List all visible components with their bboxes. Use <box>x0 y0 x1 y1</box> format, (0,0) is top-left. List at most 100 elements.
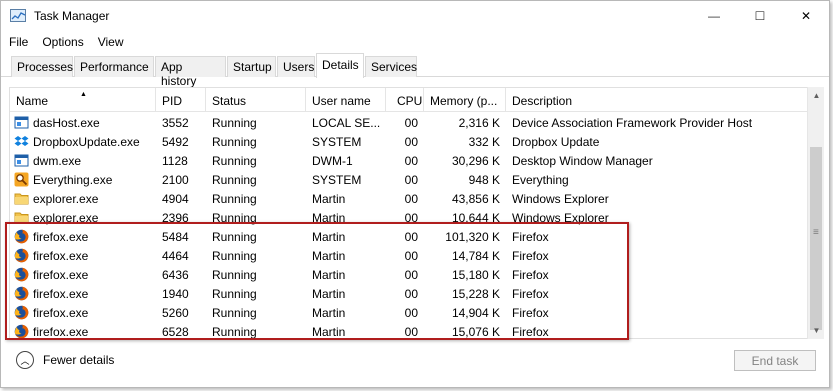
memory-cell: 332 K <box>468 135 500 149</box>
tab-performance[interactable]: Performance <box>74 56 154 77</box>
table-row[interactable]: firefox.exe 1940 Running Martin 00 15,228 K Fi… <box>10 284 815 303</box>
user-name-cell: SYSTEM <box>312 173 362 187</box>
table-row[interactable]: firefox.exe 6528 Running Martin 00 15,076 K Fi… <box>10 322 815 339</box>
table-row[interactable]: firefox.exe 5260 Running Martin 00 14,904 K Fi… <box>10 303 815 322</box>
pid-cell: 2100 <box>162 173 189 187</box>
title-bar[interactable]: Task Manager — ☐ ✕ <box>1 1 829 31</box>
memory-cell: 10,644 K <box>451 211 500 225</box>
process-name-cell: dasHost.exe <box>33 116 100 130</box>
table-header: Name ▲ PID Status User name CPU Memory (… <box>10 88 815 112</box>
cpu-cell: 00 <box>404 211 418 225</box>
user-name-cell: Martin <box>312 230 346 244</box>
description-cell: Firefox <box>512 249 549 263</box>
menu-view[interactable]: View <box>98 35 124 49</box>
column-header-name[interactable]: Name ▲ <box>10 88 156 112</box>
maximize-button[interactable]: ☐ <box>737 1 783 31</box>
memory-cell: 43,856 K <box>451 192 500 206</box>
cpu-cell: 00 <box>404 287 418 301</box>
pid-cell: 5484 <box>162 230 189 244</box>
tab-services[interactable]: Services <box>365 56 417 77</box>
cpu-cell: 00 <box>404 306 418 320</box>
task-manager-icon <box>10 9 26 22</box>
process-name-cell: explorer.exe <box>33 211 99 225</box>
status-cell: Running <box>212 325 257 339</box>
description-cell: Windows Explorer <box>512 211 609 225</box>
column-header-pid[interactable]: PID <box>156 88 206 112</box>
memory-cell: 948 K <box>468 173 500 187</box>
pid-cell: 4904 <box>162 192 189 206</box>
table-row[interactable]: explorer.exe 2396 Running Martin 00 10,644 K W… <box>10 208 815 227</box>
column-header-status[interactable]: Status <box>206 88 306 112</box>
table-row[interactable]: Everything.exe 2100 Running SYSTEM 00 948 K Ev… <box>10 170 815 189</box>
pid-cell: 3552 <box>162 116 189 130</box>
scrollbar-thumb[interactable]: ≡ <box>810 147 822 330</box>
cpu-cell: 00 <box>404 116 418 130</box>
process-name-cell: firefox.exe <box>33 249 89 263</box>
cpu-cell: 00 <box>404 268 418 282</box>
tab-details[interactable]: Details <box>316 53 364 78</box>
end-task-button[interactable]: End task <box>734 350 816 371</box>
table-row[interactable]: dasHost.exe 3552 Running LOCAL SE... 00 2,316… <box>10 113 815 132</box>
status-cell: Running <box>212 154 257 168</box>
status-cell: Running <box>212 249 257 263</box>
process-table: Name ▲ PID Status User name CPU Memory (… <box>9 87 815 339</box>
status-cell: Running <box>212 268 257 282</box>
tab-app-history[interactable]: App history <box>155 56 226 88</box>
table-row[interactable]: firefox.exe 6436 Running Martin 00 15,180 K Fi… <box>10 265 815 284</box>
status-cell: Running <box>212 173 257 187</box>
column-header-description[interactable]: Description <box>506 88 815 112</box>
process-name-cell: dwm.exe <box>33 154 82 168</box>
memory-cell: 15,180 K <box>451 268 500 282</box>
vertical-scrollbar[interactable]: ▲ ≡ ▼ <box>807 87 824 339</box>
cpu-cell: 00 <box>404 192 418 206</box>
minimize-button[interactable]: — <box>691 1 737 31</box>
pid-cell: 6436 <box>162 268 189 282</box>
menu-options[interactable]: Options <box>42 35 83 49</box>
user-name-cell: Martin <box>312 287 346 301</box>
memory-cell: 15,228 K <box>451 287 500 301</box>
description-cell: Desktop Window Manager <box>512 154 653 168</box>
table-row[interactable]: explorer.exe 4904 Running Martin 00 43,856 K W… <box>10 189 815 208</box>
table-row[interactable]: firefox.exe 4464 Running Martin 00 14,784 K Fi… <box>10 246 815 265</box>
close-button[interactable]: ✕ <box>783 1 829 31</box>
status-cell: Running <box>212 116 257 130</box>
tab-users[interactable]: Users <box>277 56 315 77</box>
scrollbar-grip-icon: ≡ <box>813 227 819 238</box>
user-name-cell: Martin <box>312 192 346 206</box>
column-name-label: Name <box>16 94 49 108</box>
process-name-cell: firefox.exe <box>33 230 89 244</box>
pid-cell: 2396 <box>162 211 189 225</box>
process-name-cell: firefox.exe <box>33 306 89 320</box>
process-name-cell: firefox.exe <box>33 287 89 301</box>
user-name-cell: DWM-1 <box>312 154 353 168</box>
column-header-cpu[interactable]: CPU <box>386 88 424 112</box>
scroll-down-arrow-icon[interactable]: ▼ <box>808 322 825 339</box>
memory-cell: 101,320 K <box>445 230 500 244</box>
column-header-user-name[interactable]: User name <box>306 88 386 112</box>
table-row[interactable]: firefox.exe 5484 Running Martin 00 101,320 K F… <box>10 227 815 246</box>
status-cell: Running <box>212 192 257 206</box>
description-cell: Firefox <box>512 287 549 301</box>
table-row[interactable]: DropboxUpdate.exe 5492 Running SYSTEM 00 332 … <box>10 132 815 151</box>
menu-file[interactable]: File <box>9 35 28 49</box>
column-header-memory[interactable]: Memory (p... <box>424 88 506 112</box>
user-name-cell: Martin <box>312 249 346 263</box>
scroll-up-arrow-icon[interactable]: ▲ <box>808 87 825 104</box>
process-name-cell: firefox.exe <box>33 268 89 282</box>
user-name-cell: Martin <box>312 211 346 225</box>
status-cell: Running <box>212 211 257 225</box>
cpu-cell: 00 <box>404 154 418 168</box>
description-cell: Firefox <box>512 230 549 244</box>
tab-startup[interactable]: Startup <box>227 56 276 77</box>
table-row[interactable]: dwm.exe 1128 Running DWM-1 00 30,296 K Desktop… <box>10 151 815 170</box>
tab-processes[interactable]: Processes <box>11 56 73 77</box>
chevron-up-circle-icon[interactable]: ︿ <box>16 351 34 369</box>
cpu-cell: 00 <box>404 325 418 339</box>
status-cell: Running <box>212 306 257 320</box>
cpu-cell: 00 <box>404 173 418 187</box>
process-name-cell: firefox.exe <box>33 325 89 339</box>
sort-ascending-icon: ▲ <box>80 91 87 98</box>
fewer-details-link[interactable]: Fewer details <box>43 353 114 367</box>
pid-cell: 5260 <box>162 306 189 320</box>
memory-cell: 2,316 K <box>458 116 500 130</box>
